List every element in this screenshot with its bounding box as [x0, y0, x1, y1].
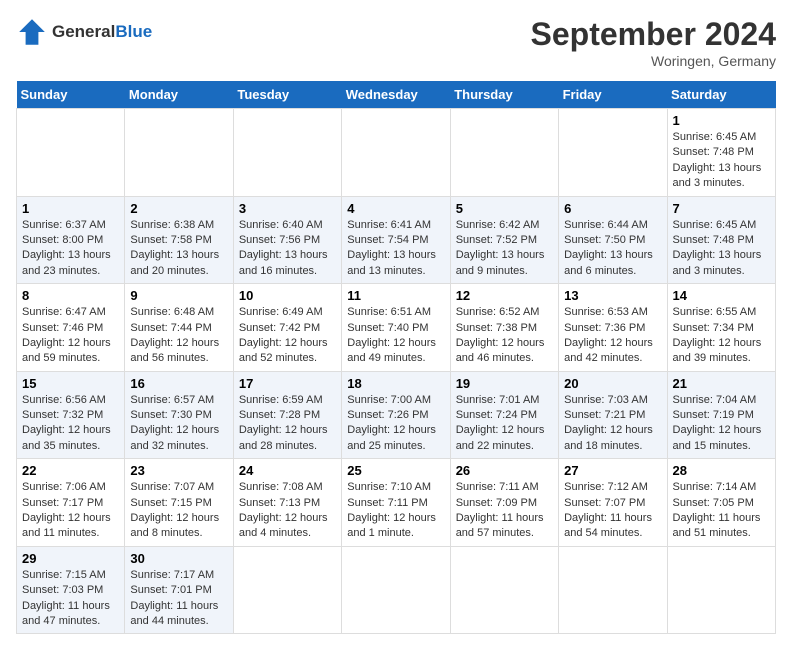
table-row: 26Sunrise: 7:11 AMSunset: 7:09 PMDayligh… [450, 459, 558, 547]
table-row: 6Sunrise: 6:44 AMSunset: 7:50 PMDaylight… [559, 196, 667, 284]
table-row: 3Sunrise: 6:40 AMSunset: 7:56 PMDaylight… [233, 196, 341, 284]
title-block: September 2024 Woringen, Germany [531, 16, 776, 69]
table-row: 20Sunrise: 7:03 AMSunset: 7:21 PMDayligh… [559, 371, 667, 459]
table-row: 8Sunrise: 6:47 AMSunset: 7:46 PMDaylight… [17, 284, 125, 372]
table-row: 1Sunrise: 6:45 AMSunset: 7:48 PMDaylight… [667, 109, 775, 197]
table-row: 21Sunrise: 7:04 AMSunset: 7:19 PMDayligh… [667, 371, 775, 459]
table-row [559, 546, 667, 634]
table-row: 30Sunrise: 7:17 AMSunset: 7:01 PMDayligh… [125, 546, 233, 634]
table-row: 18Sunrise: 7:00 AMSunset: 7:26 PMDayligh… [342, 371, 450, 459]
table-row: 25Sunrise: 7:10 AMSunset: 7:11 PMDayligh… [342, 459, 450, 547]
table-row: 1Sunrise: 6:37 AMSunset: 8:00 PMDaylight… [17, 196, 125, 284]
header-monday: Monday [125, 81, 233, 109]
table-row: 27Sunrise: 7:12 AMSunset: 7:07 PMDayligh… [559, 459, 667, 547]
table-row: 9Sunrise: 6:48 AMSunset: 7:44 PMDaylight… [125, 284, 233, 372]
header-row: SundayMondayTuesdayWednesdayThursdayFrid… [17, 81, 776, 109]
empty-cell [559, 109, 667, 197]
table-row: 10Sunrise: 6:49 AMSunset: 7:42 PMDayligh… [233, 284, 341, 372]
calendar-table: SundayMondayTuesdayWednesdayThursdayFrid… [16, 81, 776, 634]
header-friday: Friday [559, 81, 667, 109]
table-row: 7Sunrise: 6:45 AMSunset: 7:48 PMDaylight… [667, 196, 775, 284]
month-title: September 2024 [531, 16, 776, 53]
table-row: 13Sunrise: 6:53 AMSunset: 7:36 PMDayligh… [559, 284, 667, 372]
header-wednesday: Wednesday [342, 81, 450, 109]
table-row: 4Sunrise: 6:41 AMSunset: 7:54 PMDaylight… [342, 196, 450, 284]
logo: GeneralBlue [16, 16, 152, 48]
table-row: 29Sunrise: 7:15 AMSunset: 7:03 PMDayligh… [17, 546, 125, 634]
table-row: 14Sunrise: 6:55 AMSunset: 7:34 PMDayligh… [667, 284, 775, 372]
header-sunday: Sunday [17, 81, 125, 109]
table-row: 19Sunrise: 7:01 AMSunset: 7:24 PMDayligh… [450, 371, 558, 459]
logo-icon [16, 16, 48, 48]
table-row [342, 546, 450, 634]
table-row: 11Sunrise: 6:51 AMSunset: 7:40 PMDayligh… [342, 284, 450, 372]
empty-cell [125, 109, 233, 197]
table-row: 22Sunrise: 7:06 AMSunset: 7:17 PMDayligh… [17, 459, 125, 547]
empty-cell [342, 109, 450, 197]
location: Woringen, Germany [531, 53, 776, 69]
table-row: 12Sunrise: 6:52 AMSunset: 7:38 PMDayligh… [450, 284, 558, 372]
table-row: 15Sunrise: 6:56 AMSunset: 7:32 PMDayligh… [17, 371, 125, 459]
header-thursday: Thursday [450, 81, 558, 109]
page-header: GeneralBlue September 2024 Woringen, Ger… [16, 16, 776, 69]
empty-cell [233, 109, 341, 197]
table-row [450, 546, 558, 634]
header-tuesday: Tuesday [233, 81, 341, 109]
table-row: 17Sunrise: 6:59 AMSunset: 7:28 PMDayligh… [233, 371, 341, 459]
empty-cell [450, 109, 558, 197]
table-row: 16Sunrise: 6:57 AMSunset: 7:30 PMDayligh… [125, 371, 233, 459]
table-row [667, 546, 775, 634]
empty-cell [17, 109, 125, 197]
table-row [233, 546, 341, 634]
table-row: 5Sunrise: 6:42 AMSunset: 7:52 PMDaylight… [450, 196, 558, 284]
logo-text: GeneralBlue [52, 23, 152, 42]
table-row: 28Sunrise: 7:14 AMSunset: 7:05 PMDayligh… [667, 459, 775, 547]
table-row: 23Sunrise: 7:07 AMSunset: 7:15 PMDayligh… [125, 459, 233, 547]
table-row: 2Sunrise: 6:38 AMSunset: 7:58 PMDaylight… [125, 196, 233, 284]
header-saturday: Saturday [667, 81, 775, 109]
table-row: 24Sunrise: 7:08 AMSunset: 7:13 PMDayligh… [233, 459, 341, 547]
